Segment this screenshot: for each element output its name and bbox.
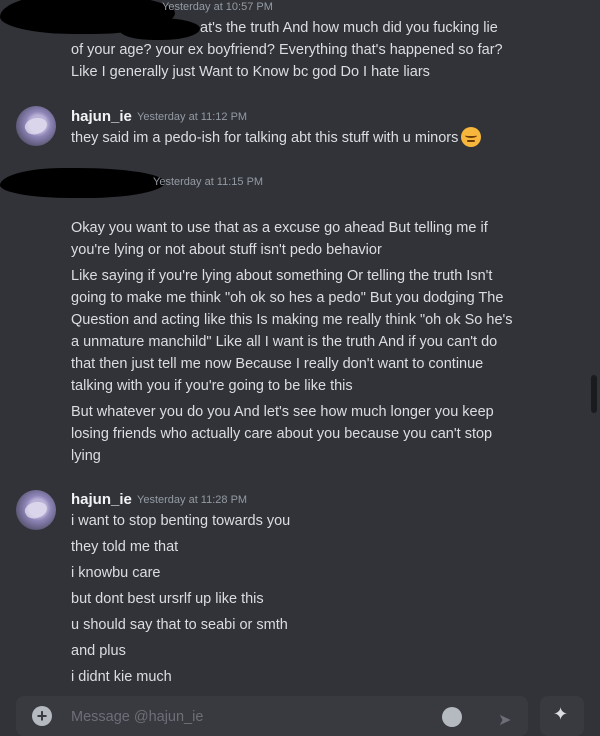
message-line: they said im a pedo-ish for talking abt … [71, 127, 482, 150]
message-line: but dont best ursrlf up like this [71, 591, 264, 607]
message-timestamp: Yesterday at 11:12 PM [137, 111, 248, 123]
message-line: you're lying or not about stuff isn't pe… [71, 242, 382, 258]
username[interactable]: hajun_ie [71, 108, 132, 125]
message-line: Okay you want to use that as a excuse go… [71, 220, 488, 236]
avatar[interactable] [16, 490, 56, 530]
angry-face-icon [461, 127, 482, 147]
message-line: that then just tell me now Because I rea… [71, 356, 484, 372]
message-line: they told me that [71, 539, 179, 555]
plus-icon[interactable]: + [32, 706, 52, 726]
message-line: But whatever you do you And let's see ho… [71, 404, 494, 420]
message-text: they said im a pedo-ish for talking abt … [71, 130, 459, 146]
message-composer[interactable]: + Message @hajun_ie ➤ [16, 696, 528, 736]
message-line: and plus [71, 643, 126, 659]
message-line: talking with you if you're going to be l… [71, 378, 353, 394]
message-line: losing friends who actually care about y… [71, 426, 493, 442]
message-line: Like I generally just Want to Know bc go… [71, 64, 430, 80]
send-icon[interactable]: ➤ [498, 710, 511, 730]
message-line: lying [71, 448, 101, 464]
avatar[interactable] [16, 106, 56, 146]
message-line: Like saying if you're lying about someth… [71, 268, 493, 284]
message-line: i want to stop benting towards you [71, 513, 291, 529]
message-input[interactable]: Message @hajun_ie [71, 709, 203, 725]
message-line: i knowbu care [71, 565, 161, 581]
message-line: at's the truth And how much did you fuck… [200, 20, 498, 36]
scrollbar-thumb[interactable] [591, 375, 597, 413]
redacted-text [120, 18, 200, 40]
message-line: u should say that to seabi or smth [71, 617, 288, 633]
message-line: Question and acting like this Is making … [71, 312, 513, 328]
message-line: i didnt kie much [71, 669, 172, 685]
gift-icon: ✦ [553, 704, 569, 724]
message-timestamp: Yesterday at 10:57 PM [162, 1, 273, 13]
username[interactable]: hajun_ie [71, 491, 132, 508]
message-timestamp: Yesterday at 11:28 PM [137, 494, 248, 506]
redacted-author [0, 168, 165, 198]
message-line: a unmature manchild" Like all I want is … [71, 334, 498, 350]
message-line: of your age? your ex boyfriend? Everythi… [71, 42, 503, 58]
message-timestamp: Yesterday at 11:15 PM [153, 176, 264, 188]
message-line: going to make me think "oh ok so hes a p… [71, 290, 504, 306]
gift-button[interactable]: ✦ [540, 696, 584, 736]
emoji-icon[interactable] [442, 707, 462, 727]
